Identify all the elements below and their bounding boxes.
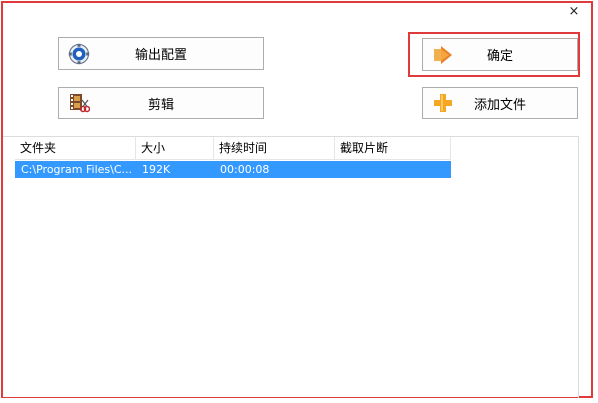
column-header-clip[interactable]: 截取片断 — [335, 137, 451, 159]
cell-folder: C:\Program Files\C... — [21, 163, 133, 176]
add-file-button[interactable]: 添加文件 — [422, 87, 578, 119]
plus-icon — [431, 91, 455, 115]
file-list-header: 文件夹 大小 持续时间 截取片断 — [15, 137, 451, 160]
gear-disc-icon — [67, 42, 91, 66]
column-header-duration[interactable]: 持续时间 — [214, 137, 335, 159]
cell-clip — [335, 161, 451, 178]
output-config-button[interactable]: 输出配置 — [58, 37, 264, 70]
edit-button[interactable]: 剪辑 — [58, 87, 264, 119]
cell-duration: 00:00:08 — [220, 163, 270, 176]
column-header-folder[interactable]: 文件夹 — [15, 137, 136, 159]
close-icon[interactable]: × — [566, 4, 582, 20]
film-scissors-icon — [67, 91, 91, 115]
confirm-highlight-box — [408, 32, 580, 77]
list-right-border — [578, 136, 579, 398]
column-header-size[interactable]: 大小 — [136, 137, 214, 159]
table-row[interactable]: C:\Program Files\C... 192K 00:00:08 — [15, 161, 451, 178]
cell-size: 192K — [142, 163, 171, 176]
